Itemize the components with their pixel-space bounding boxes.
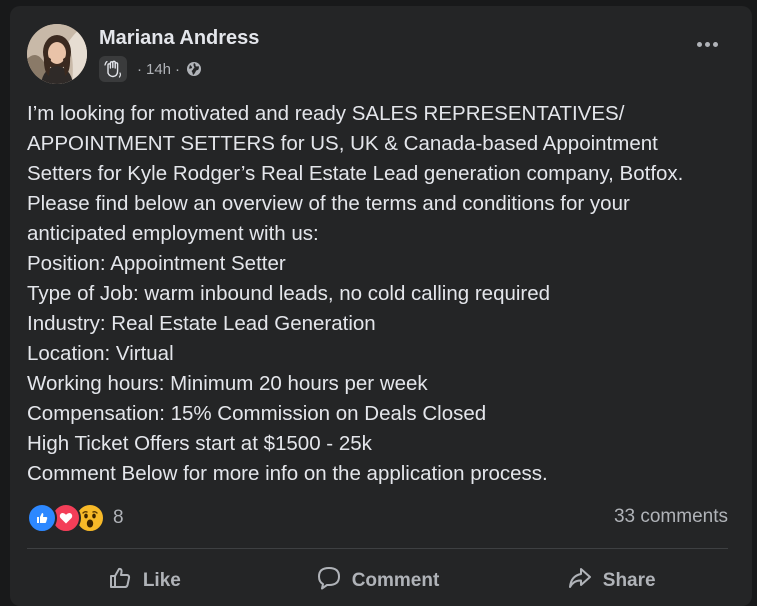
like-icon [27, 503, 57, 533]
post-body-line: Industry: Real Estate Lead Generation [27, 312, 376, 335]
like-button[interactable]: Like [27, 561, 261, 601]
speech-bubble-icon [316, 565, 342, 597]
post-meta: · 14h · [99, 56, 202, 82]
avatar[interactable] [27, 24, 87, 84]
post-body-line: I’m looking for motivated and ready SALE… [27, 102, 625, 125]
reaction-count: 8 [113, 507, 124, 528]
divider [27, 548, 728, 549]
meta-separator: · [175, 60, 181, 78]
share-arrow-icon [567, 565, 593, 597]
post-body-line: Type of Job: warm inbound leads, no cold… [27, 282, 551, 305]
more-options-icon[interactable] [697, 42, 718, 47]
post-body-line: Position: Appointment Setter [27, 252, 286, 275]
post-body-line: APPOINTMENT SETTERS for US, UK & Canada-… [27, 132, 658, 155]
post-body-line: Please find below an overview of the ter… [27, 192, 630, 215]
meta-separator: · [137, 60, 142, 78]
author-name[interactable]: Mariana Andress [99, 27, 259, 50]
post-body-line: High Ticket Offers start at $1500 - 25k [27, 432, 372, 455]
comment-label: Comment [351, 570, 440, 591]
post-body-line: Location: Virtual [27, 342, 174, 365]
post-body-line: Setters for Kyle Rodger’s Real Estate Le… [27, 162, 684, 185]
post-time[interactable]: 14h [146, 61, 171, 78]
like-label: Like [142, 570, 181, 591]
post-body: I’m looking for motivated and ready SALE… [27, 99, 743, 489]
globe-icon[interactable] [186, 61, 202, 77]
post-body-line: Working hours: Minimum 20 hours per week [27, 372, 428, 395]
share-button[interactable]: Share [494, 561, 728, 601]
post-card: Mariana Andress · 14h · I’m looking for … [10, 6, 752, 606]
action-bar: Like Comment Share [27, 561, 728, 601]
post-body-line: Compensation: 15% Commission on Deals Cl… [27, 402, 487, 425]
share-label: Share [602, 570, 656, 591]
reactions-summary[interactable]: 8 [27, 503, 124, 533]
comments-count[interactable]: 33 comments [614, 506, 728, 528]
wave-badge-icon[interactable] [99, 56, 127, 82]
post-body-line: anticipated employment with us: [27, 222, 319, 245]
thumbs-up-icon [107, 565, 133, 597]
comment-button[interactable]: Comment [261, 561, 495, 601]
post-body-line: Comment Below for more info on the appli… [27, 462, 548, 485]
